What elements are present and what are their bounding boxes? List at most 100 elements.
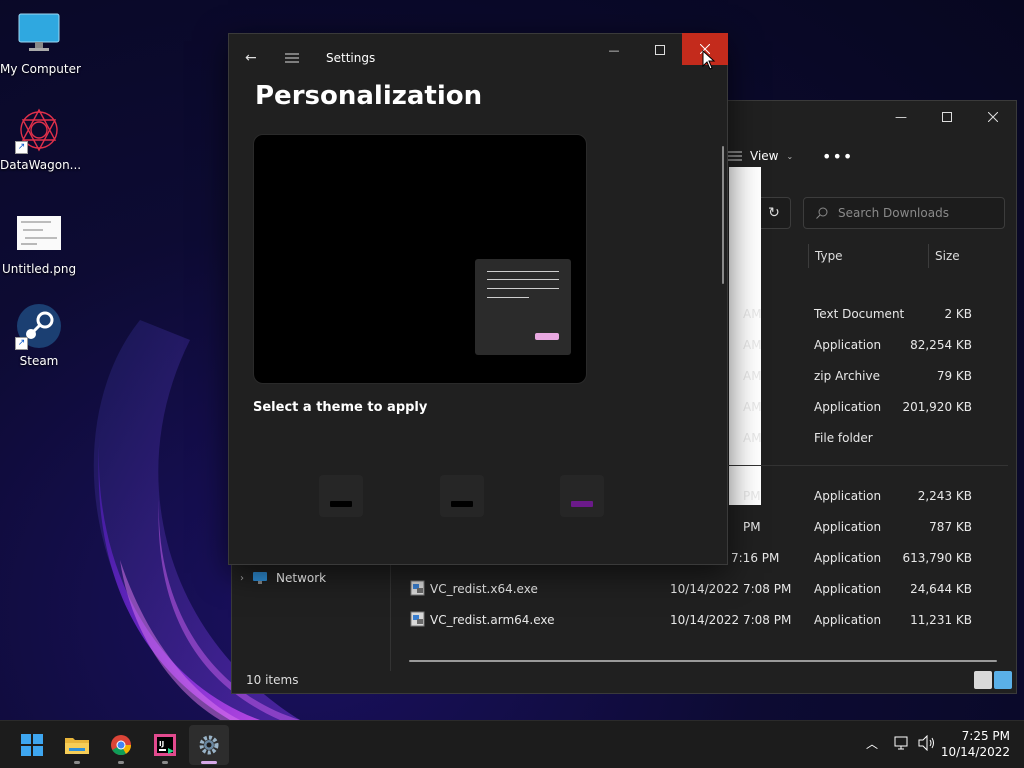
row-size: 11,231 KB — [910, 613, 972, 627]
row-date: 7:16 PM — [731, 551, 780, 565]
desktop-icon-untitled-png[interactable]: Untitled.png — [0, 210, 78, 276]
taskbar: IJ ︿ 7:25 PM 10/14/2022 — [0, 720, 1024, 768]
row-size: 613,790 KB — [902, 551, 972, 565]
refresh-icon: ↻ — [768, 205, 780, 221]
steam-icon: ↗ — [15, 302, 63, 350]
shortcut-arrow-icon: ↗ — [15, 141, 28, 154]
desktop-icon-label: Untitled.png — [1, 262, 77, 276]
row-size: 24,644 KB — [910, 582, 972, 596]
view-toggles — [974, 671, 1012, 689]
row-type: Application — [814, 400, 882, 414]
speaker-icon — [918, 734, 934, 752]
nav-item-network[interactable]: › Network — [240, 571, 326, 585]
column-header-type[interactable]: Type — [808, 244, 843, 268]
theme-option-2[interactable] — [440, 475, 484, 517]
row-type: Application — [814, 613, 882, 627]
maximize-button[interactable] — [924, 101, 970, 133]
nav-network-label: Network — [276, 571, 327, 585]
table-row[interactable]: VC_redist.x64.exe 10/14/2022 7:08 PM App… — [402, 574, 1002, 605]
row-date: PM — [743, 489, 761, 503]
network-status-button[interactable] — [894, 735, 910, 754]
chrome-icon — [111, 735, 132, 756]
taskbar-settings[interactable] — [189, 725, 229, 765]
clock-date: 10/14/2022 — [940, 745, 1010, 759]
row-type: Text Document — [814, 307, 905, 321]
chevron-right-icon: › — [240, 572, 244, 584]
volume-button[interactable] — [918, 734, 936, 754]
intellij-icon: IJ — [154, 734, 176, 756]
settings-minimize-button[interactable]: — — [591, 34, 637, 66]
row-type: Application — [814, 520, 882, 534]
image-file-icon — [15, 210, 63, 258]
row-size: 82,254 KB — [910, 338, 972, 352]
tiles-view-toggle[interactable] — [994, 671, 1012, 689]
exe-file-icon — [410, 611, 426, 630]
row-size: 2 KB — [944, 307, 972, 321]
preview-window-card — [475, 259, 571, 355]
view-list-icon — [728, 151, 742, 161]
close-button[interactable] — [970, 101, 1016, 133]
row-date: AM — [743, 307, 762, 321]
theme-option-1[interactable] — [319, 475, 363, 517]
search-placeholder: Search Downloads — [838, 206, 949, 220]
row-type: File folder — [814, 431, 873, 445]
row-name: VC_redist.x64.exe — [430, 582, 538, 596]
chevron-up-icon: ︿ — [866, 737, 879, 751]
row-size: 787 KB — [929, 520, 972, 534]
row-type: Application — [814, 338, 882, 352]
horizontal-scrollbar[interactable] — [409, 660, 997, 662]
start-button[interactable] — [12, 725, 52, 765]
desktop-icon-label: My Computer — [0, 62, 81, 76]
navigation-menu-button[interactable] — [285, 52, 299, 66]
theme-accent-bar — [571, 501, 593, 507]
start-icon — [21, 734, 43, 756]
close-icon — [988, 112, 998, 122]
mouse-cursor-icon — [702, 49, 716, 73]
taskbar-chrome[interactable] — [101, 725, 141, 765]
more-options-button[interactable]: ••• — [822, 147, 853, 166]
desktop-icon-steam[interactable]: ↗ Steam — [0, 302, 78, 368]
theme-option-3[interactable] — [560, 475, 604, 517]
row-name: VC_redist.arm64.exe — [430, 613, 555, 627]
search-input[interactable]: Search Downloads — [803, 197, 1005, 229]
table-row[interactable]: VC_redist.arm64.exe 10/14/2022 7:08 PM A… — [402, 605, 1002, 636]
desktop-icon-my-computer[interactable]: My Computer — [0, 10, 81, 76]
theme-accent-bar — [330, 501, 352, 507]
preview-accent-button — [535, 333, 559, 340]
datawagon-logo-icon: ↗ — [15, 106, 63, 154]
row-type: Application — [814, 551, 882, 565]
desktop-icon-datawagon[interactable]: ↗ DataWagon... — [0, 106, 81, 172]
system-clock[interactable]: 7:25 PM 10/14/2022 — [941, 728, 1010, 760]
column-header-size[interactable]: Size — [928, 244, 960, 268]
monitor-icon — [15, 10, 63, 58]
settings-maximize-button[interactable] — [637, 34, 683, 66]
row-date: AM — [743, 369, 762, 383]
minimize-button[interactable]: — — [878, 101, 924, 133]
refresh-button[interactable]: ↻ — [757, 197, 791, 229]
hamburger-icon — [285, 53, 299, 63]
row-date: PM — [743, 520, 761, 534]
view-button[interactable]: View ⌄ — [728, 149, 793, 163]
svg-text:IJ: IJ — [159, 740, 164, 748]
theme-accent-bar — [451, 501, 473, 507]
back-button[interactable]: ← — [245, 50, 257, 66]
shortcut-arrow-icon: ↗ — [15, 337, 28, 350]
settings-scrollbar[interactable] — [722, 146, 724, 284]
details-view-toggle[interactable] — [974, 671, 992, 689]
settings-window[interactable]: ← Settings — Personalization Select a th… — [228, 33, 728, 565]
row-date: AM — [743, 431, 762, 445]
show-hidden-icons-button[interactable]: ︿ — [866, 735, 878, 752]
select-theme-label: Select a theme to apply — [253, 400, 428, 415]
settings-gear-icon — [199, 735, 219, 755]
exe-file-icon — [410, 580, 426, 599]
network-wired-icon — [894, 736, 908, 750]
row-date: 10/14/2022 7:08 PM — [670, 613, 792, 627]
taskbar-intellij[interactable]: IJ — [145, 725, 185, 765]
settings-app-title: Settings — [326, 51, 376, 65]
theme-preview — [253, 134, 587, 384]
row-type: Application — [814, 489, 882, 503]
taskbar-file-explorer[interactable] — [57, 725, 97, 765]
maximize-icon — [942, 112, 952, 122]
row-size: 2,243 KB — [917, 489, 972, 503]
search-icon — [816, 207, 828, 219]
